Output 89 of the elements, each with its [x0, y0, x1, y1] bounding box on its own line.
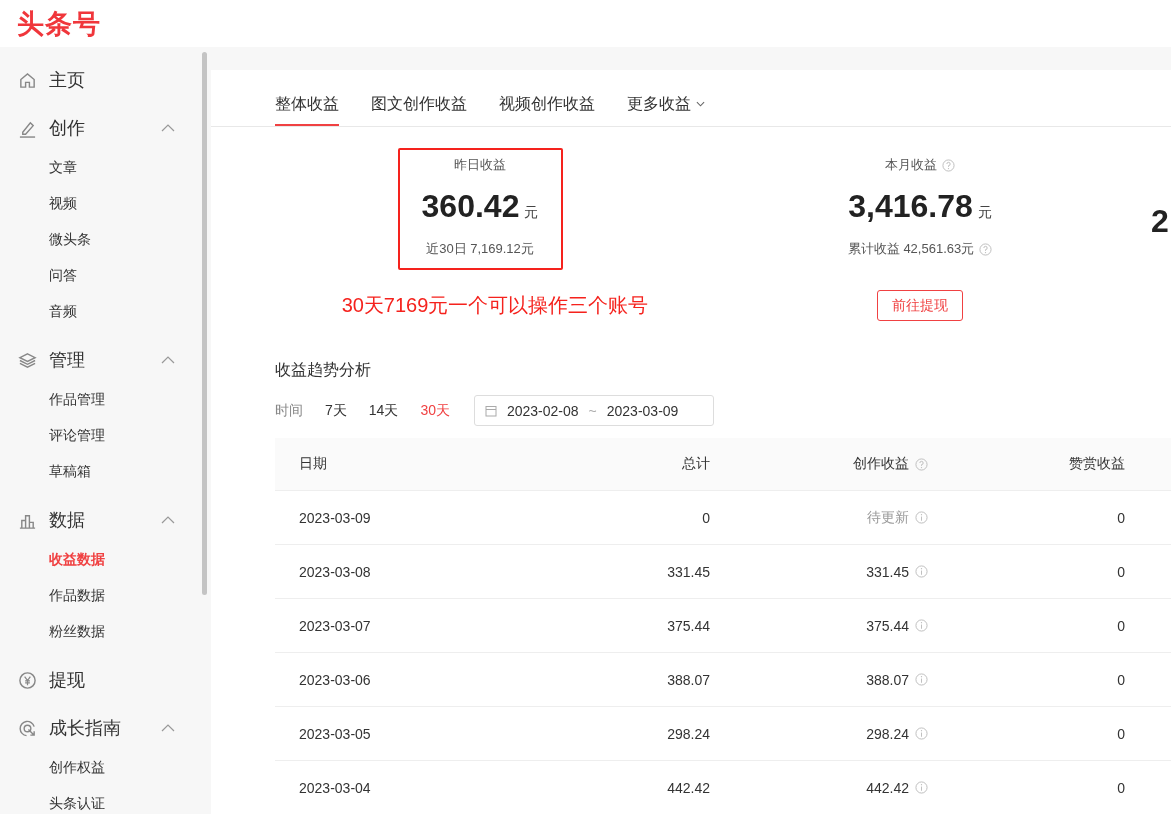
sidebar-subitem[interactable]: 问答 — [0, 258, 211, 294]
sidebar-subitem[interactable]: 草稿箱 — [0, 454, 211, 490]
sidebar-subitem[interactable]: 微头条 — [0, 222, 211, 258]
table-cell: 0 — [1117, 563, 1125, 580]
stat-subtext: 近30日 7,169.12元 — [426, 240, 534, 258]
column-header: 总计 — [682, 455, 710, 473]
table-cell: 2023-03-09 — [299, 509, 371, 526]
section-title: 收益趋势分析 — [275, 360, 372, 380]
stat-value: 360.42 — [421, 188, 520, 225]
table-cell: 298.24 — [667, 725, 710, 742]
caret-icon — [696, 101, 705, 107]
sidebar-subitem[interactable]: 创作权益 — [0, 750, 211, 786]
table-cell: 388.07 — [866, 671, 909, 688]
sidebar-subitem[interactable]: 头条认证 — [0, 786, 211, 814]
info-icon — [915, 727, 928, 740]
table-cell: 375.44 — [866, 617, 909, 634]
chevron-icon — [161, 356, 175, 364]
sidebar-subitem[interactable]: 作品管理 — [0, 382, 211, 418]
sidebar-subitem[interactable]: 作品数据 — [0, 578, 211, 614]
date-range-field[interactable]: 2023-02-08 ~ 2023-03-09 — [473, 395, 714, 426]
sidebar-subitem[interactable]: 文章 — [0, 150, 211, 186]
sidebar-item[interactable]: 创作 — [0, 106, 175, 150]
stat-label: 本月收益 — [885, 156, 937, 174]
sidebar-subitem[interactable]: 评论管理 — [0, 418, 211, 454]
sidebar-subitem[interactable]: 音频 — [0, 294, 211, 330]
sidebar-item[interactable]: 主页 — [0, 58, 175, 102]
stat-value: 2 — [1151, 203, 1169, 240]
stat-label: 昨日收益 — [454, 156, 506, 174]
stat-unit: 元 — [524, 204, 539, 222]
calendar-icon — [484, 404, 497, 417]
tab[interactable]: 更多收益 — [627, 70, 705, 126]
sidebar-subitem[interactable]: 粉丝数据 — [0, 614, 211, 650]
table-cell: 2023-03-05 — [299, 725, 371, 742]
table-cell: 0 — [1117, 509, 1125, 526]
table-cell: 331.45 — [667, 563, 710, 580]
info-icon — [915, 781, 928, 794]
range-option[interactable]: 30天 — [420, 401, 450, 420]
table-cell: 0 — [1117, 725, 1125, 742]
sidebar-item[interactable]: 成长指南 — [0, 706, 175, 750]
nav-icon — [18, 670, 37, 690]
help-icon — [942, 158, 955, 172]
stat-subtext: 累计收益 42,561.63元 — [847, 240, 975, 258]
table-cell: 375.44 — [667, 617, 710, 634]
tab[interactable]: 整体收益 — [275, 70, 339, 126]
column-header: 日期 — [299, 455, 327, 473]
annotation-text: 30天7169元一个可以操作三个账号 — [341, 293, 649, 318]
help-icon — [915, 457, 928, 471]
sidebar-subitem[interactable]: 收益数据 — [0, 542, 211, 578]
stat-unit: 元 — [977, 204, 992, 222]
chevron-icon — [161, 516, 175, 524]
table-cell: 2023-03-04 — [299, 779, 371, 796]
info-icon — [915, 619, 928, 632]
table-cell: 0 — [1117, 617, 1125, 634]
stat-value: 3,416.78 — [848, 188, 973, 225]
nav-icon — [18, 350, 37, 370]
table-cell: 388.07 — [667, 671, 710, 688]
sidebar-item[interactable]: 数据 — [0, 498, 175, 542]
table-cell: 0 — [1117, 671, 1125, 688]
range-option[interactable]: 7天 — [325, 401, 347, 420]
table-cell: 298.24 — [866, 725, 909, 742]
withdraw-button[interactable]: 前往提现 — [877, 290, 963, 321]
range-option[interactable]: 14天 — [368, 401, 399, 420]
info-icon — [915, 673, 928, 686]
scrollbar[interactable] — [202, 52, 207, 595]
nav-icon — [18, 70, 37, 90]
nav-icon — [18, 718, 37, 738]
table-cell: 0 — [702, 509, 710, 526]
table-cell: 331.45 — [866, 563, 909, 580]
chevron-icon — [161, 124, 175, 132]
range-label: 时间 — [275, 401, 303, 420]
info-icon — [915, 565, 928, 578]
tab[interactable]: 视频创作收益 — [499, 70, 595, 126]
column-header: 创作收益 — [853, 455, 909, 473]
chevron-icon — [161, 724, 175, 732]
sidebar-item[interactable]: 管理 — [0, 338, 175, 382]
table-cell: 2023-03-06 — [299, 671, 371, 688]
column-header: 赞赏收益 — [1069, 455, 1125, 473]
tab[interactable]: 图文创作收益 — [371, 70, 467, 126]
info-icon — [915, 511, 928, 524]
table-cell: 442.42 — [866, 779, 909, 796]
table-cell: 待更新 — [867, 508, 909, 527]
table-cell: 2023-03-08 — [299, 563, 371, 580]
table-cell: 2023-03-07 — [299, 617, 371, 634]
table-cell: 0 — [1117, 779, 1125, 796]
help-icon — [979, 242, 993, 256]
logo[interactable]: 头条号 — [17, 5, 101, 42]
sidebar-item[interactable]: 提现 — [0, 658, 175, 702]
sidebar-subitem[interactable]: 视频 — [0, 186, 211, 222]
table-cell: 442.42 — [667, 779, 710, 796]
